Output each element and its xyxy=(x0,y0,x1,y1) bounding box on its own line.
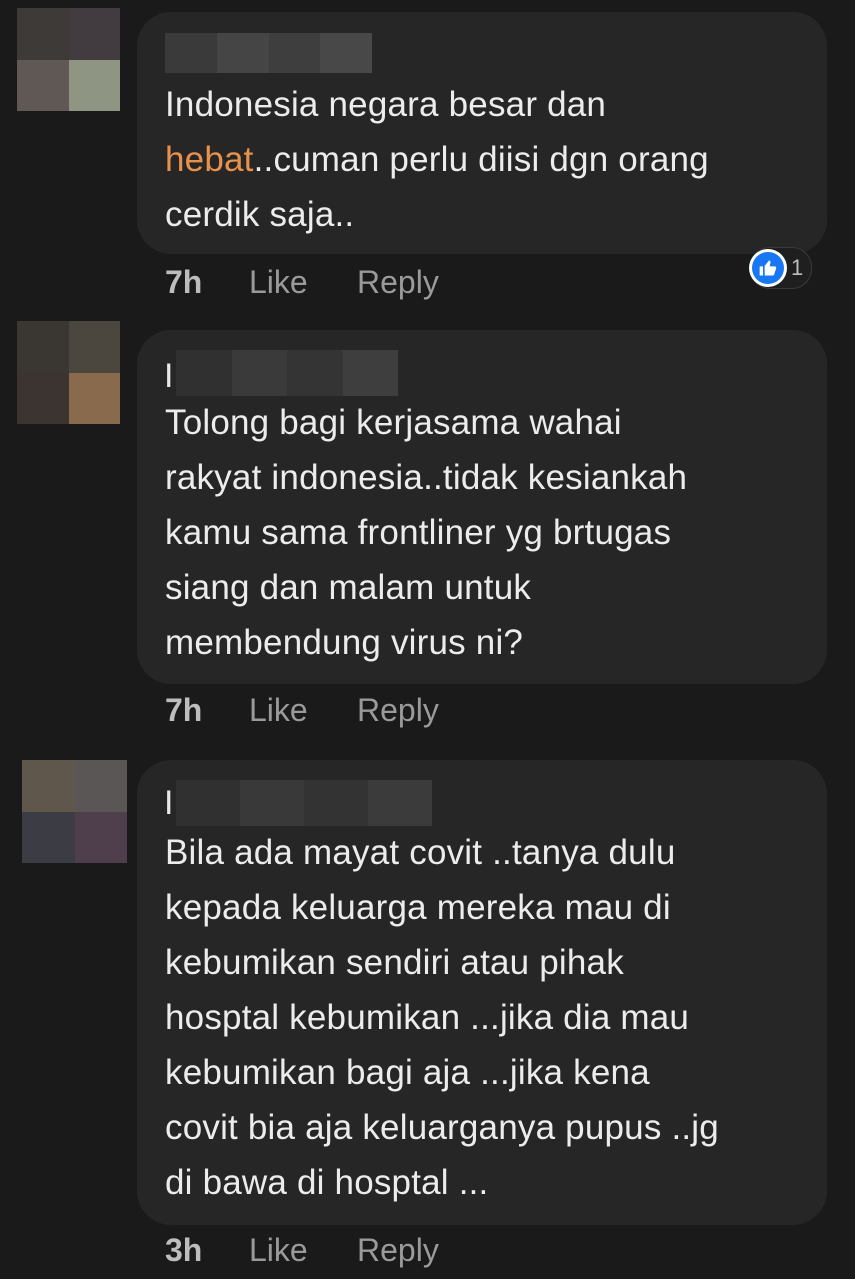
comment-text: Bila ada mayat covit ..tanya dulu kepada… xyxy=(165,833,719,1202)
author-name-blurred[interactable] xyxy=(165,33,372,73)
reaction-count: 1 xyxy=(791,255,804,280)
timestamp[interactable]: 7h xyxy=(165,264,249,301)
reply-button[interactable]: Reply xyxy=(357,1232,439,1269)
like-button[interactable]: Like xyxy=(249,692,357,729)
reply-button[interactable]: Reply xyxy=(357,692,439,729)
reaction-badge[interactable]: 1 xyxy=(749,247,813,289)
comment-actions: 7h Like Reply xyxy=(165,690,439,730)
comment-text: Indonesia negara besar dan hebat..cuman … xyxy=(165,85,709,234)
avatar[interactable] xyxy=(17,8,120,111)
thumbs-up-icon xyxy=(749,249,787,287)
like-button[interactable]: Like xyxy=(249,264,357,301)
timestamp[interactable]: 3h xyxy=(165,1232,249,1269)
highlighted-word: hebat xyxy=(165,140,254,179)
reply-button[interactable]: Reply xyxy=(357,264,439,301)
comment-actions: 3h Like Reply xyxy=(165,1230,439,1270)
like-button[interactable]: Like xyxy=(249,1232,357,1269)
comment-actions: 7h Like Reply xyxy=(165,262,439,302)
timestamp[interactable]: 7h xyxy=(165,692,249,729)
comment-text: Tolong bagi kerjasama wahai rakyat indon… xyxy=(165,403,688,662)
avatar[interactable] xyxy=(22,760,127,863)
author-name-initial[interactable]: I xyxy=(164,356,173,396)
author-name-blurred[interactable] xyxy=(176,780,432,826)
avatar[interactable] xyxy=(17,321,120,424)
author-name-initial[interactable]: I xyxy=(164,783,173,823)
author-name-blurred[interactable] xyxy=(176,350,398,396)
